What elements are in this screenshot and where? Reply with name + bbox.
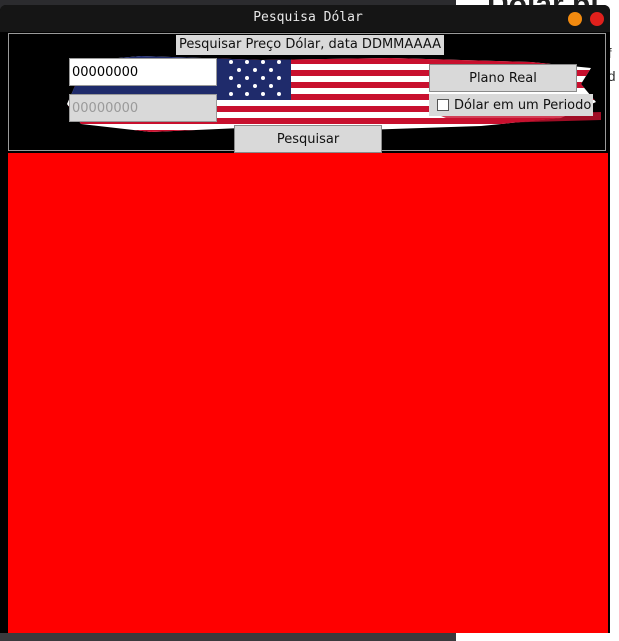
app-window: Pesquisa Dólar Pesquisar Preço Dólar, da… <box>0 5 610 633</box>
close-icon[interactable] <box>590 12 604 26</box>
search-button[interactable]: Pesquisar <box>234 125 382 153</box>
search-button-label: Pesquisar <box>276 131 340 147</box>
period-checkbox[interactable]: Dólar em um Periodo <box>429 94 593 116</box>
search-instructions-label: Pesquisar Preço Dólar, data DDMMAAAA <box>176 35 445 55</box>
end-date-input[interactable] <box>69 94 217 122</box>
checkbox-icon[interactable] <box>437 99 449 111</box>
plano-real-button[interactable]: Plano Real <box>429 64 577 92</box>
title-bar[interactable]: Pesquisa Dólar <box>0 5 610 32</box>
window-title: Pesquisa Dólar <box>253 10 363 25</box>
result-area <box>8 153 608 633</box>
plano-real-button-label: Plano Real <box>469 70 537 86</box>
minimize-icon[interactable] <box>568 12 582 26</box>
start-date-input[interactable] <box>69 58 217 86</box>
search-panel: Pesquisar Preço Dólar, data DDMMAAAA Pla… <box>8 33 606 153</box>
period-checkbox-label: Dólar em um Periodo <box>454 97 592 113</box>
